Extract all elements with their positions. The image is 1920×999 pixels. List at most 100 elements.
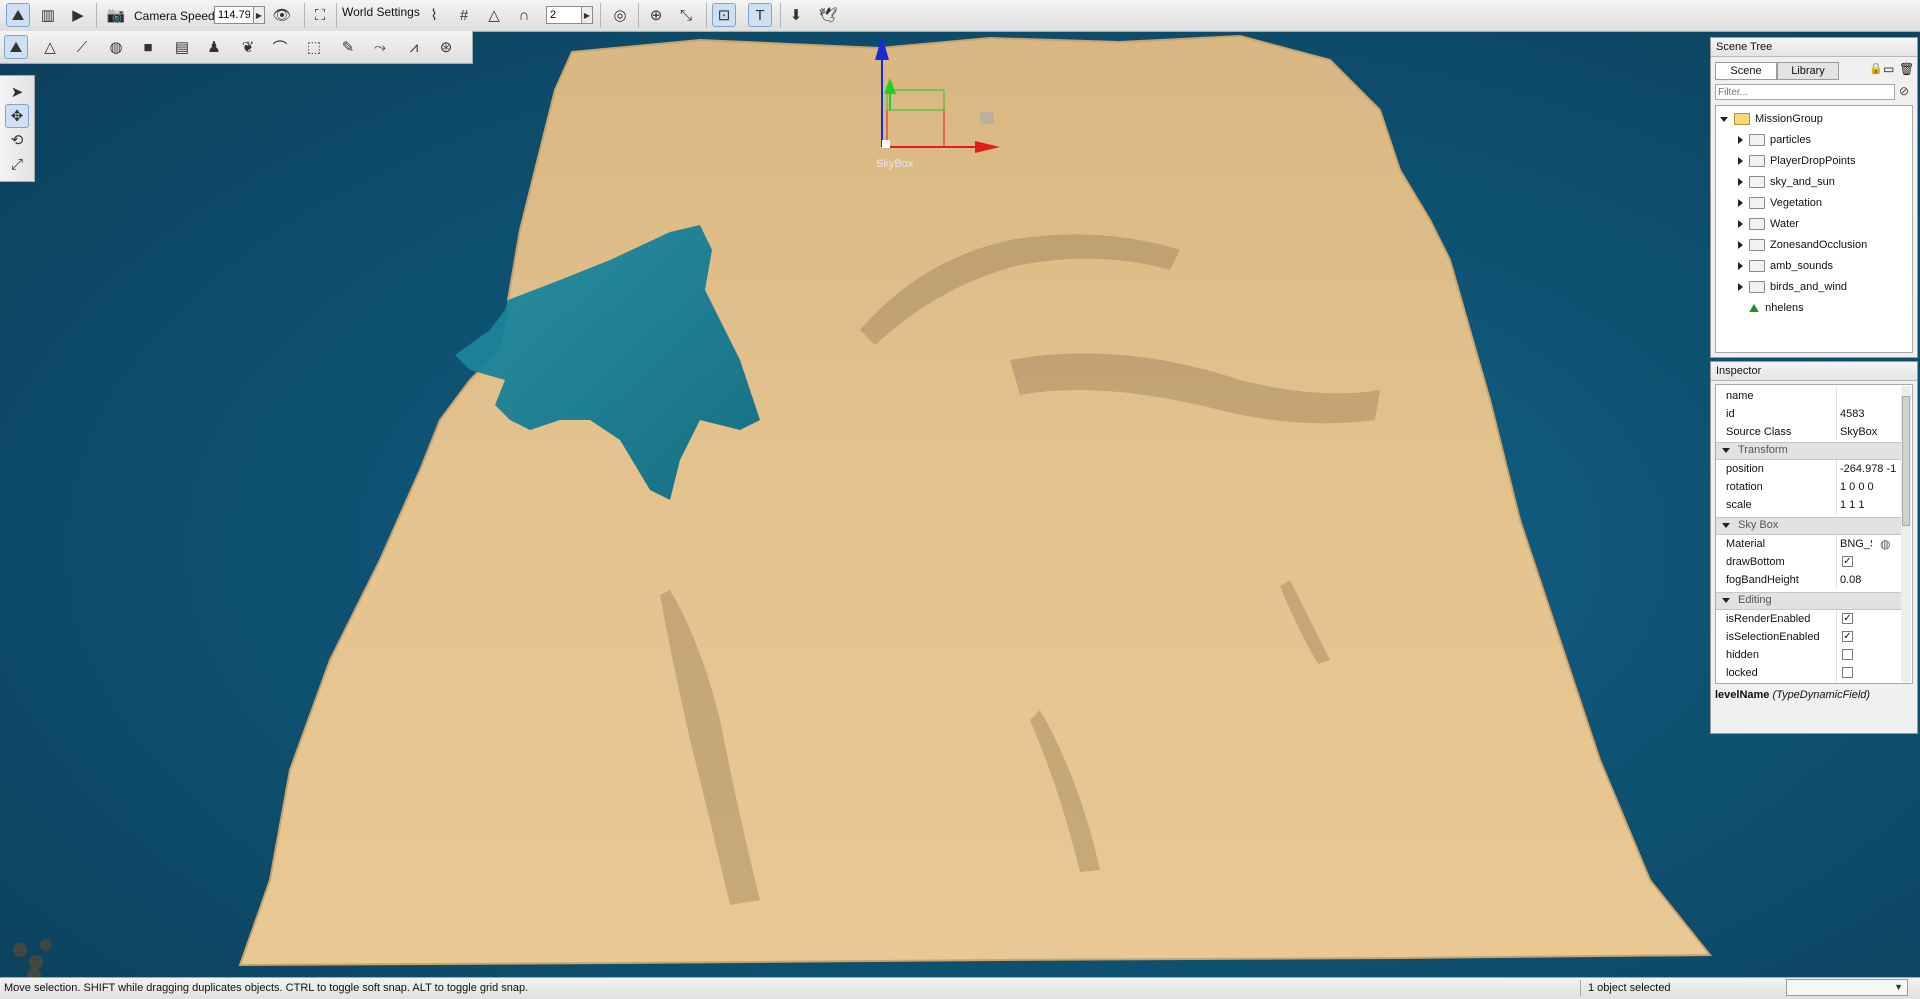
play-button[interactable]: ▶ bbox=[66, 3, 90, 27]
mode-decal[interactable]: ⬚ bbox=[302, 35, 326, 59]
scale-tool[interactable]: ⤢ bbox=[5, 152, 29, 176]
layout-button[interactable]: ▥ bbox=[36, 3, 60, 27]
locked-checkbox[interactable] bbox=[1842, 667, 1853, 678]
camera-speed-input[interactable] bbox=[214, 6, 254, 24]
tree-item[interactable]: Water bbox=[1738, 214, 1799, 234]
group-skybox[interactable]: Sky Box bbox=[1716, 517, 1902, 535]
drop-button[interactable]: ⬇ bbox=[784, 3, 808, 27]
tree-item[interactable]: Vegetation bbox=[1738, 193, 1822, 213]
side-tools: ➤ ✥ ⟲ ⤢ bbox=[0, 75, 35, 182]
field-name[interactable]: name bbox=[1716, 387, 1902, 405]
mode-object[interactable]: ⛰ bbox=[4, 35, 28, 59]
particle-icon: ♟ bbox=[207, 39, 221, 56]
camera-speed-label: Camera Speed bbox=[134, 9, 215, 23]
mode-path[interactable]: ▤ bbox=[170, 35, 194, 59]
camera-speed-arrow[interactable]: ▶ bbox=[253, 6, 265, 24]
magnet-icon: ∩ bbox=[518, 6, 530, 24]
tree-item-missiongroup[interactable]: MissionGroup bbox=[1720, 109, 1823, 129]
text-icon: T bbox=[748, 3, 772, 27]
mode-forest[interactable]: ❦ bbox=[236, 35, 260, 59]
field-hidden[interactable]: hidden bbox=[1716, 646, 1902, 664]
fit-view-button[interactable]: ⛶ bbox=[308, 3, 332, 27]
field-locked[interactable]: locked bbox=[1716, 664, 1902, 682]
tree-item[interactable]: particles bbox=[1738, 130, 1811, 150]
field-position[interactable]: position -264.978 -1 bbox=[1716, 460, 1902, 478]
mode-mesh[interactable]: ■ bbox=[136, 35, 160, 59]
mode-terrain-painter[interactable]: ⟋ bbox=[70, 35, 94, 59]
scene-filter-input[interactable] bbox=[1715, 84, 1895, 100]
mode-river[interactable]: ✎ bbox=[336, 35, 360, 59]
visibility-button[interactable]: 👁 bbox=[270, 3, 294, 27]
grid-icon: # bbox=[459, 6, 469, 24]
field-isselectionenabled[interactable]: isSelectionEnabled ✓ bbox=[1716, 628, 1902, 646]
status-dropdown[interactable]: ▼ bbox=[1786, 979, 1908, 996]
tree-item[interactable]: amb_sounds bbox=[1738, 256, 1833, 276]
tree-item[interactable]: sky_and_sun bbox=[1738, 172, 1835, 192]
grid-size-input[interactable] bbox=[546, 6, 582, 24]
mode-particles[interactable]: ♟ bbox=[202, 35, 226, 59]
field-isrenderenabled[interactable]: isRenderEnabled ✓ bbox=[1716, 610, 1902, 628]
object-center-button[interactable]: ◎ bbox=[608, 3, 632, 27]
select-tool[interactable]: ➤ bbox=[5, 80, 29, 104]
world-transform-button[interactable]: ⤡ bbox=[674, 3, 698, 27]
camera-button[interactable]: 📷 bbox=[104, 3, 128, 27]
group-transform[interactable]: Transform bbox=[1716, 442, 1902, 460]
terrain-render bbox=[13, 34, 1713, 982]
field-material[interactable]: MaterialBNG_S◍ bbox=[1716, 535, 1902, 553]
chevron-down-icon: ▼ bbox=[1894, 982, 1903, 992]
terrain-editor-button[interactable]: ⛰ bbox=[6, 3, 30, 27]
viewport-3d[interactable]: SkyBox bbox=[0, 0, 1920, 998]
mode-mesh-road[interactable]: ⤳ bbox=[368, 35, 392, 59]
world-settings-button[interactable]: World Settings bbox=[342, 5, 420, 19]
drawbottom-checkbox[interactable]: ✓ bbox=[1842, 556, 1853, 567]
snap-toggle[interactable]: ⌇ bbox=[422, 3, 446, 27]
select-mode-button[interactable]: ⊡ bbox=[712, 3, 736, 27]
window-icon[interactable]: ▭ bbox=[1883, 62, 1894, 76]
move-tool[interactable]: ✥ bbox=[5, 104, 29, 128]
mode-terrain[interactable]: △ bbox=[38, 35, 62, 59]
field-drawbottom[interactable]: drawBottom ✓ bbox=[1716, 553, 1902, 571]
field-rotation[interactable]: rotation 1 0 0 0 bbox=[1716, 478, 1902, 496]
field-scale[interactable]: scale 1 1 1 bbox=[1716, 496, 1902, 514]
bird-icon: 🕊 bbox=[818, 7, 838, 24]
mode-material[interactable]: ◍ bbox=[104, 35, 128, 59]
clear-filter-icon[interactable]: ⊘ bbox=[1899, 84, 1909, 98]
grid-size-arrow[interactable]: ▶ bbox=[581, 6, 593, 24]
mode-navmesh[interactable]: ⩘ bbox=[402, 35, 426, 59]
text-button[interactable]: T bbox=[748, 3, 772, 27]
folder-icon bbox=[1749, 197, 1765, 209]
bounds-center-button[interactable]: ⊕ bbox=[644, 3, 668, 27]
sound-icon: ⊛ bbox=[439, 39, 453, 56]
bird-button[interactable]: 🕊 bbox=[816, 3, 840, 27]
isselectionenabled-checkbox[interactable]: ✓ bbox=[1842, 631, 1853, 642]
mesh-road-icon: ⤳ bbox=[373, 38, 386, 56]
tab-scene[interactable]: Scene bbox=[1715, 62, 1777, 80]
leaf-icon: ❦ bbox=[241, 39, 255, 56]
inspector-scrollbar[interactable] bbox=[1901, 386, 1911, 682]
magnet-toggle[interactable]: ∩ bbox=[512, 3, 536, 27]
field-fogbandheight[interactable]: fogBandHeight 0.08 bbox=[1716, 571, 1902, 589]
arrow-icon: ➤ bbox=[10, 84, 24, 101]
tree-item[interactable]: ZonesandOcclusion bbox=[1738, 235, 1867, 255]
isrenderenabled-checkbox[interactable]: ✓ bbox=[1842, 613, 1853, 624]
material-picker-icon[interactable]: ◍ bbox=[1880, 537, 1890, 551]
tab-library[interactable]: Library bbox=[1777, 62, 1839, 80]
rotate-tool[interactable]: ⟲ bbox=[5, 128, 29, 152]
path-icon: ▤ bbox=[174, 39, 190, 56]
delete-icon[interactable]: 🗑 bbox=[1899, 62, 1914, 76]
tree-item[interactable]: birds_and_wind bbox=[1738, 277, 1847, 297]
tree-item[interactable]: PlayerDropPoints bbox=[1738, 151, 1856, 171]
mode-road[interactable]: ⌒ bbox=[268, 35, 292, 59]
folder-icon bbox=[1749, 176, 1765, 188]
scrollbar-thumb[interactable] bbox=[1902, 396, 1910, 526]
group-editing[interactable]: Editing bbox=[1716, 592, 1902, 610]
tree-item-terrain[interactable]: ⛰ nhelens bbox=[1749, 298, 1804, 318]
mode-sound[interactable]: ⊛ bbox=[434, 35, 458, 59]
grid-snap-toggle[interactable]: # bbox=[452, 3, 476, 27]
hidden-checkbox[interactable] bbox=[1842, 649, 1853, 660]
status-message: Move selection. SHIFT while dragging dup… bbox=[4, 982, 529, 994]
selection-count: 1 object selected bbox=[1588, 982, 1671, 994]
move-icon: ✥ bbox=[5, 104, 29, 128]
terrain-snap-toggle[interactable]: △ bbox=[482, 3, 506, 27]
lock-icon[interactable]: 🔒 bbox=[1869, 62, 1883, 75]
